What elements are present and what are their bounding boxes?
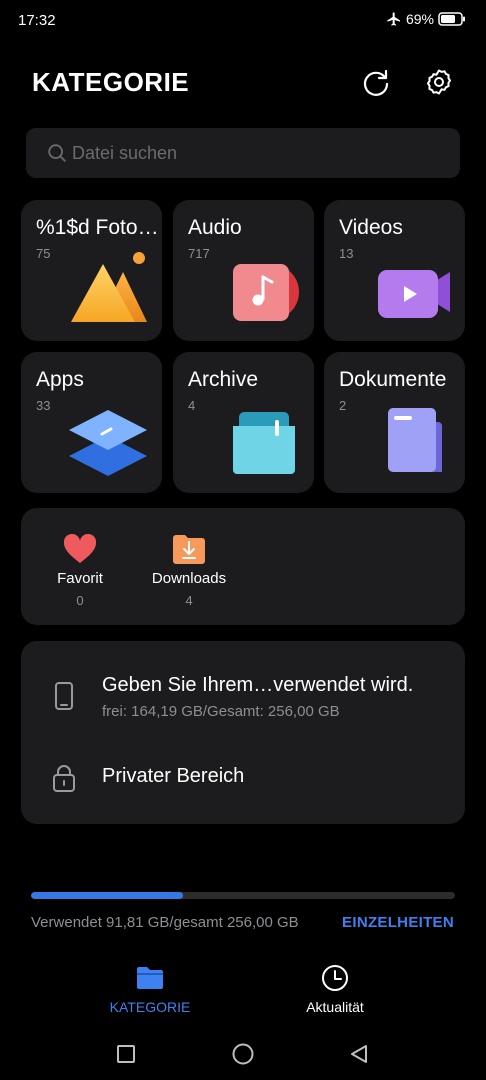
gear-icon <box>427 69 451 95</box>
battery-percent: 69% <box>405 11 434 27</box>
photo-icon <box>71 252 147 322</box>
storage-card: Geben Sie Ihrem…verwendet wird. frei: 16… <box>21 641 465 824</box>
lock-icon <box>53 765 75 792</box>
circle-icon <box>232 1043 254 1065</box>
storage-title: Geben Sie Ihrem…verwendet wird. <box>102 674 414 696</box>
square-icon <box>117 1045 135 1063</box>
download-folder-icon <box>173 535 205 564</box>
category-label: Dokumente <box>339 368 447 391</box>
settings-button[interactable] <box>423 66 455 98</box>
system-nav-bar <box>0 1030 486 1080</box>
tab-aktualitaet-label: Aktualität <box>306 999 364 1015</box>
recents-button[interactable] <box>114 1042 138 1066</box>
refresh-button[interactable] <box>360 66 392 98</box>
tab-aktualitaet[interactable]: Aktualität <box>260 963 410 1015</box>
status-icons: 69% <box>386 11 466 27</box>
search-input[interactable]: Datei suchen <box>26 128 460 178</box>
refresh-icon <box>363 69 389 96</box>
document-icon <box>388 408 442 472</box>
category-count: 4 <box>188 398 196 413</box>
favorites-count: 0 <box>76 593 84 608</box>
triangle-back-icon <box>351 1045 367 1063</box>
status-bar: 17:32 69% <box>0 0 486 44</box>
home-button[interactable] <box>231 1042 255 1066</box>
usage-bar <box>31 892 455 899</box>
internal-storage-row[interactable]: Geben Sie Ihrem…verwendet wird. frei: 16… <box>21 661 465 731</box>
header: KATEGORIE <box>0 56 486 108</box>
favorites-item[interactable]: Favorit 0 <box>35 532 125 608</box>
category-label: Archive <box>188 368 259 391</box>
category-photos[interactable]: %1$d Foto… 75 <box>21 200 162 341</box>
apps-icon <box>69 410 147 476</box>
category-count: 717 <box>188 246 210 261</box>
music-icon <box>233 264 299 321</box>
page-title: KATEGORIE <box>32 67 190 97</box>
tab-kategorie[interactable]: KATEGORIE <box>75 963 225 1015</box>
battery-icon <box>438 12 465 26</box>
phone-icon <box>55 682 73 710</box>
archive-icon <box>233 412 295 474</box>
favorites-label: Favorit <box>57 570 103 587</box>
details-link[interactable]: EINZELHEITEN <box>342 914 454 931</box>
category-count: 2 <box>339 398 347 413</box>
private-area-title: Privater Bereich <box>102 765 245 787</box>
usage-text: Verwendet 91,81 GB/gesamt 256,00 GB <box>31 914 299 931</box>
category-videos[interactable]: Videos 13 <box>324 200 465 341</box>
clock-icon <box>322 965 348 991</box>
downloads-label: Downloads <box>151 570 227 587</box>
category-label: Videos <box>339 216 403 239</box>
category-count: 33 <box>36 398 51 413</box>
tab-kategorie-label: KATEGORIE <box>109 999 191 1015</box>
heart-icon <box>63 534 97 563</box>
usage-fill <box>31 892 184 899</box>
back-button[interactable] <box>347 1042 371 1066</box>
category-label: %1$d Foto… <box>36 216 159 239</box>
category-archive[interactable]: Archive 4 <box>173 352 314 493</box>
category-count: 13 <box>339 246 354 261</box>
storage-subtitle: frei: 164,19 GB/Gesamt: 256,00 GB <box>102 703 340 720</box>
category-apps[interactable]: Apps 33 <box>21 352 162 493</box>
airplane-icon <box>387 12 400 26</box>
downloads-item[interactable]: Downloads 4 <box>144 532 234 608</box>
category-label: Apps <box>36 368 84 391</box>
status-time: 17:32 <box>18 12 56 29</box>
search-icon <box>48 144 66 162</box>
bottom-nav: KATEGORIE Aktualität <box>0 955 486 1025</box>
downloads-count: 4 <box>185 593 193 608</box>
search-placeholder: Datei suchen <box>72 142 178 163</box>
category-audio[interactable]: Audio 717 <box>173 200 314 341</box>
quick-access-card: Favorit 0 Downloads 4 <box>21 508 465 625</box>
category-documents[interactable]: Dokumente 2 <box>324 352 465 493</box>
video-icon <box>378 270 450 318</box>
category-label: Audio <box>188 216 242 239</box>
private-area-row[interactable]: Privater Bereich <box>21 751 465 807</box>
folder-icon <box>137 967 163 989</box>
category-count: 75 <box>36 246 51 261</box>
